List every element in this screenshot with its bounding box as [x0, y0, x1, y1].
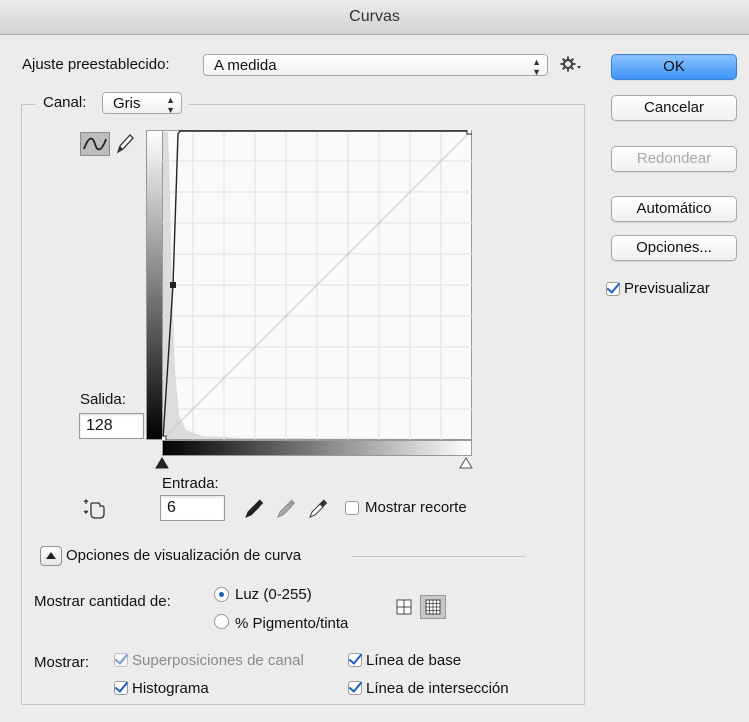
gray-eyedropper-icon[interactable] — [275, 498, 297, 520]
auto-button[interactable]: Automático — [611, 196, 737, 222]
curve-graph[interactable] — [160, 128, 473, 442]
clipping-checkbox[interactable] — [345, 501, 359, 515]
baseline-checkbox[interactable] — [348, 653, 362, 667]
output-label: Salida: — [80, 391, 126, 408]
preset-label: Ajuste preestablecido: — [22, 56, 170, 73]
white-eyedropper-icon[interactable] — [307, 498, 329, 520]
light-radio-label: Luz (0-255) — [235, 586, 312, 603]
show-label: Mostrar: — [34, 654, 90, 671]
channel-value: Gris — [113, 95, 141, 112]
select-arrows-icon: ▲ ▼ — [166, 95, 175, 115]
channel-overlays-checkbox[interactable] — [114, 653, 128, 667]
channel-select[interactable]: Gris ▲ ▼ — [102, 92, 182, 115]
histogram-checkbox[interactable] — [114, 681, 128, 695]
pencil-icon[interactable] — [114, 132, 136, 156]
on-image-adjust-icon[interactable] — [82, 498, 108, 520]
input-label: Entrada: — [162, 475, 219, 492]
white-point-slider[interactable] — [459, 456, 473, 469]
channel-overlays-label: Superposiciones de canal — [132, 652, 304, 669]
pigment-radio[interactable] — [214, 614, 229, 629]
intersection-checkbox[interactable] — [348, 681, 362, 695]
display-options-toggle[interactable] — [40, 546, 62, 566]
simple-grid-icon[interactable] — [395, 598, 413, 616]
light-radio[interactable] — [214, 587, 229, 602]
preset-select[interactable]: A medida ▲ ▼ — [203, 54, 548, 77]
display-options-label: Opciones de visualización de curva — [66, 547, 302, 564]
window-title: Curvas — [0, 0, 749, 35]
output-field[interactable]: 128 — [79, 413, 144, 439]
preview-checkbox[interactable] — [606, 282, 620, 296]
smooth-button[interactable]: Redondear — [611, 146, 737, 172]
black-point-slider[interactable] — [155, 456, 169, 469]
group-line-left — [21, 104, 36, 105]
detailed-grid-icon[interactable] — [420, 595, 446, 619]
ok-button[interactable]: OK — [611, 54, 737, 80]
curve-tool-icon[interactable] — [80, 132, 110, 156]
curves-dialog: Curvas Ajuste preestablecido: A medida ▲… — [0, 0, 749, 722]
select-arrows-icon: ▲ ▼ — [532, 57, 541, 77]
input-gradient-bar — [162, 440, 472, 456]
triangle-up-icon — [46, 552, 56, 559]
baseline-label: Línea de base — [366, 652, 462, 669]
input-field[interactable]: 6 — [160, 495, 225, 521]
pigment-radio-label: % Pigmento/tinta — [235, 615, 349, 632]
cancel-button[interactable]: Cancelar — [611, 95, 737, 121]
options-button[interactable]: Opciones... — [611, 235, 737, 261]
preview-label: Previsualizar — [624, 280, 710, 297]
histogram-label: Histograma — [132, 680, 209, 697]
channel-label: Canal: — [43, 94, 87, 111]
black-eyedropper-icon[interactable] — [243, 498, 265, 520]
display-options-line — [352, 556, 525, 557]
preset-value: A medida — [214, 57, 277, 74]
gear-icon[interactable] — [560, 55, 582, 73]
group-line-right — [188, 104, 584, 105]
show-amount-label: Mostrar cantidad de: — [34, 593, 171, 610]
intersection-label: Línea de intersección — [366, 680, 509, 697]
clipping-label: Mostrar recorte — [365, 499, 467, 516]
